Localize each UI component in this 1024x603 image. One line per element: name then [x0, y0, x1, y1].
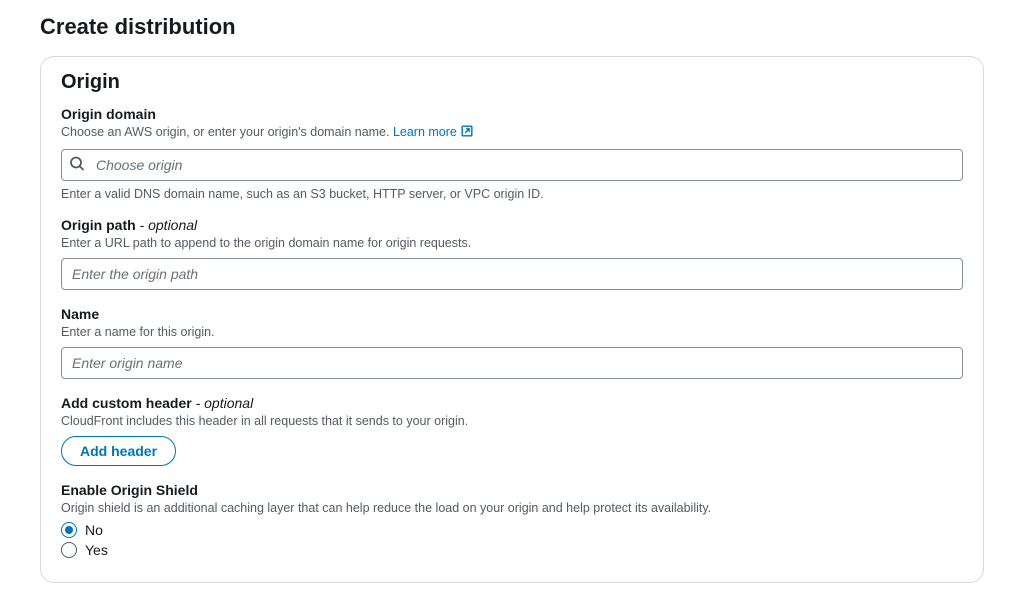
radio-icon — [61, 522, 77, 538]
origin-domain-label: Origin domain — [61, 106, 963, 122]
origin-shield-radio-no[interactable]: No — [61, 522, 963, 538]
radio-icon — [61, 542, 77, 558]
origin-shield-radio-yes[interactable]: Yes — [61, 542, 963, 558]
custom-header-desc: CloudFront includes this header in all r… — [61, 413, 963, 430]
origin-domain-desc: Choose an AWS origin, or enter your orig… — [61, 124, 963, 143]
custom-header-field: Add custom header - optional CloudFront … — [61, 395, 963, 466]
origin-path-input[interactable] — [61, 258, 963, 290]
origin-name-input-wrap — [61, 347, 963, 379]
origin-domain-desc-text: Choose an AWS origin, or enter your orig… — [61, 125, 393, 139]
origin-domain-hint: Enter a valid DNS domain name, such as a… — [61, 187, 963, 201]
origin-shield-desc: Origin shield is an additional caching l… — [61, 500, 963, 517]
origin-path-label-text: Origin path — [61, 217, 136, 233]
origin-name-field: Name Enter a name for this origin. — [61, 306, 963, 379]
page-title: Create distribution — [40, 14, 984, 40]
radio-label-yes: Yes — [85, 542, 108, 558]
external-link-icon — [460, 124, 474, 143]
origin-name-desc: Enter a name for this origin. — [61, 324, 963, 341]
origin-domain-field: Origin domain Choose an AWS origin, or e… — [61, 106, 963, 201]
radio-label-no: No — [85, 522, 103, 538]
origin-shield-field: Enable Origin Shield Origin shield is an… — [61, 482, 963, 559]
custom-header-optional: - optional — [192, 395, 253, 411]
origin-shield-label: Enable Origin Shield — [61, 482, 963, 498]
custom-header-label-text: Add custom header — [61, 395, 192, 411]
origin-name-label: Name — [61, 306, 963, 322]
learn-more-link[interactable]: Learn more — [393, 125, 474, 139]
origin-path-desc: Enter a URL path to append to the origin… — [61, 235, 963, 252]
origin-domain-input-wrap — [61, 149, 963, 181]
origin-path-input-wrap — [61, 258, 963, 290]
origin-name-input[interactable] — [61, 347, 963, 379]
origin-path-optional: - optional — [136, 217, 197, 233]
origin-panel: Origin Origin domain Choose an AWS origi… — [40, 56, 984, 583]
origin-path-field: Origin path - optional Enter a URL path … — [61, 217, 963, 290]
learn-more-text: Learn more — [393, 125, 457, 139]
origin-domain-input[interactable] — [61, 149, 963, 181]
add-header-button[interactable]: Add header — [61, 436, 176, 466]
origin-path-label: Origin path - optional — [61, 217, 963, 233]
panel-title: Origin — [61, 71, 963, 94]
custom-header-label: Add custom header - optional — [61, 395, 963, 411]
